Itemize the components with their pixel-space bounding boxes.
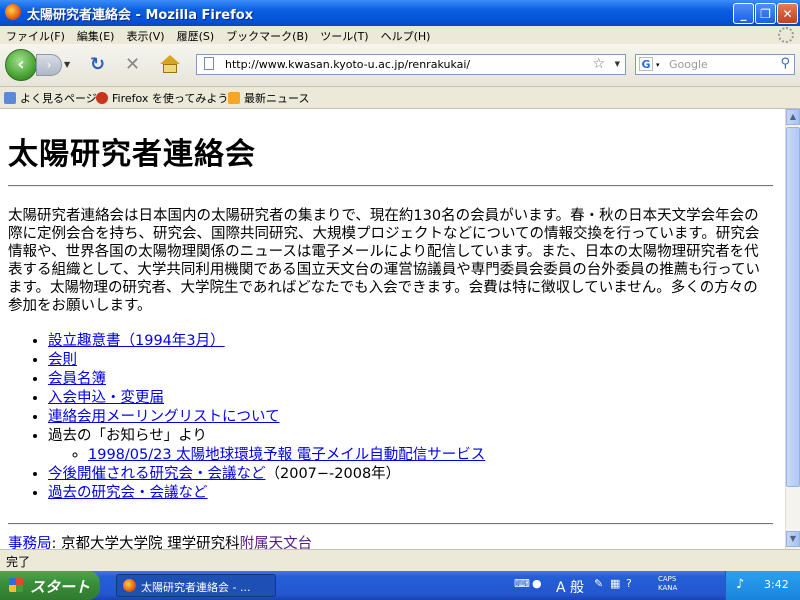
start-label: スタート (30, 578, 91, 596)
taskbar-window-button[interactable]: 太陽研究者連絡会 - ... (116, 574, 276, 597)
vertical-scrollbar[interactable]: ▲ ▼ (785, 109, 800, 549)
bylaws-link[interactable]: 会則 (48, 352, 77, 368)
forward-button[interactable]: › (36, 54, 62, 76)
observatory-link[interactable]: 附属天文台 (240, 536, 313, 549)
bookmark-label: よく見るページ (20, 92, 97, 105)
bookmark-label: Firefox を使ってみよう (112, 92, 229, 105)
maximize-button[interactable]: ❐ (755, 3, 776, 24)
bookmark-latest-news[interactable]: 最新ニュース (228, 90, 309, 106)
url-text[interactable]: http://www.kwasan.kyoto-u.ac.jp/renrakuk… (225, 58, 470, 71)
past-meetings-link[interactable]: 過去の研究会・会議など (48, 485, 208, 501)
search-engine-dropdown-icon[interactable]: ▾ (656, 61, 660, 69)
title-bar: 太陽研究者連絡会 - Mozilla Firefox _ ❐ ✕ (0, 0, 800, 26)
scroll-thumb[interactable] (786, 127, 800, 487)
ime-icon[interactable]: ● (532, 577, 542, 590)
firefox-icon (5, 4, 21, 20)
secretariat-text: 京都大学大学院 理学研究科 (56, 536, 240, 549)
list-item: 今後開催される研究会・会議など（2007−-2008年） (48, 465, 485, 484)
stop-icon[interactable]: ✕ (125, 55, 140, 75)
status-bar: 完了 (0, 549, 800, 571)
menu-history[interactable]: 履歴(S) (171, 26, 221, 44)
bookmark-folder-icon (4, 92, 16, 104)
roster-link[interactable]: 会員名簿 (48, 371, 106, 387)
throbber-icon (778, 27, 794, 43)
volume-icon[interactable]: ♪ (736, 577, 744, 592)
menu-bookmarks[interactable]: ブックマーク(B) (220, 26, 314, 44)
menu-help[interactable]: ヘルプ(H) (375, 26, 437, 44)
search-icon[interactable]: ⚲ (780, 56, 790, 71)
list-item: 会則 (48, 351, 485, 370)
rss-feed-icon (228, 92, 240, 104)
back-button[interactable]: ‹ (5, 49, 37, 81)
secretariat-link[interactable]: 事務局 (8, 536, 52, 549)
taskbar: スタート 太陽研究者連絡会 - ... ⌨ ● A 般 ✎ ▦ ? CAPS KA… (0, 571, 800, 600)
window-title: 太陽研究者連絡会 - Mozilla Firefox (27, 8, 254, 23)
url-bar[interactable]: http://www.kwasan.kyoto-u.ac.jp/renrakuk… (196, 54, 626, 75)
bookmark-label: 最新ニュース (244, 92, 310, 105)
kana-label: KANA (658, 584, 678, 592)
menu-edit[interactable]: 編集(E) (71, 26, 121, 44)
bookmarks-toolbar: よく見るページ Firefox を使ってみよう 最新ニュース (0, 87, 800, 109)
start-button[interactable]: スタート (0, 571, 100, 600)
page-heading: 太陽研究者連絡会 (8, 137, 256, 172)
page-content: 太陽研究者連絡会 太陽研究者連絡会は日本国内の太陽研究者の集まりで、現在約130… (0, 109, 785, 549)
firefox-bookmark-icon (96, 92, 108, 104)
mailing-list-link[interactable]: 連絡会用メーリングリストについて (48, 409, 280, 425)
history-dropdown-icon[interactable]: ▼ (64, 60, 70, 69)
ime-tools-icon[interactable]: ✎ (594, 577, 603, 590)
past-notices-label: 過去の「お知らせ」より (48, 428, 207, 444)
back-arrow-icon: ‹ (17, 54, 25, 75)
ime-pad-icon[interactable]: ▦ (610, 577, 620, 590)
notice-1998-link[interactable]: 1998/05/23 太陽地球環境予報 電子メイル自動配信サービス (88, 447, 485, 463)
list-item: 連絡会用メーリングリストについて (48, 408, 485, 427)
bookmark-most-visited[interactable]: よく見るページ (4, 90, 97, 106)
url-dropdown-icon[interactable]: ▼ (615, 60, 620, 68)
list-item: 設立趣意書（1994年3月） (48, 332, 485, 351)
clock: 3:42 (764, 578, 789, 591)
divider (8, 185, 773, 187)
upcoming-meetings-link[interactable]: 今後開催される研究会・会議など (48, 466, 266, 482)
search-input[interactable]: Google (669, 58, 708, 71)
scroll-down-button[interactable]: ▼ (786, 531, 800, 547)
ime-toolbar: ⌨ ● A 般 ✎ ▦ ? (510, 575, 710, 597)
ime-mode[interactable]: A 般 (556, 577, 584, 597)
status-text: 完了 (6, 555, 31, 569)
minimize-button[interactable]: _ (733, 3, 754, 24)
list-item: 過去の「お知らせ」より 1998/05/23 太陽地球環境予報 電子メイル自動配… (48, 427, 485, 465)
menu-view[interactable]: 表示(V) (120, 26, 170, 44)
list-item: 1998/05/23 太陽地球環境予報 電子メイル自動配信サービス (88, 446, 485, 465)
divider (8, 523, 773, 525)
firefox-task-icon (123, 579, 136, 592)
windows-flag-icon (9, 578, 23, 592)
google-icon[interactable]: G (639, 57, 653, 71)
notices-sublist: 1998/05/23 太陽地球環境予報 電子メイル自動配信サービス (48, 446, 485, 465)
reload-icon[interactable]: ↻ (90, 55, 105, 75)
secretariat-line: 事務局: 京都大学大学院 理学研究科附属天文台 (8, 532, 312, 549)
menu-file[interactable]: ファイル(F) (0, 26, 71, 44)
prospectus-link[interactable]: 設立趣意書（1994年3月） (48, 333, 225, 349)
scroll-up-button[interactable]: ▲ (786, 109, 800, 125)
list-item: 過去の研究会・会議など (48, 484, 485, 503)
menu-tools[interactable]: ツール(T) (314, 26, 374, 44)
menu-bar: ファイル(F) 編集(E) 表示(V) 履歴(S) ブックマーク(B) ツール(T) ヘルプ… (0, 26, 800, 44)
keyboard-icon[interactable]: ⌨ (514, 577, 530, 590)
ime-help-icon[interactable]: ? (626, 577, 632, 590)
close-button[interactable]: ✕ (777, 3, 798, 24)
list-item: 会員名簿 (48, 370, 485, 389)
bookmark-getting-started[interactable]: Firefox を使ってみよう (96, 90, 228, 106)
links-list: 設立趣意書（1994年3月） 会則 会員名簿 入会申込・変更届 連絡会用メーリン… (28, 332, 485, 503)
membership-link[interactable]: 入会申込・変更届 (48, 390, 164, 406)
list-item: 入会申込・変更届 (48, 389, 485, 408)
caps-label: CAPS (658, 575, 677, 583)
forward-arrow-icon: › (46, 58, 52, 72)
system-tray: ♪ 3:42 (725, 571, 800, 600)
upcoming-meetings-note: （2007−-2008年） (265, 466, 401, 482)
intro-paragraph: 太陽研究者連絡会は日本国内の太陽研究者の集まりで、現在約130名の会員がいます。… (8, 208, 760, 314)
task-label: 太陽研究者連絡会 - ... (141, 581, 251, 594)
page-icon (204, 57, 214, 70)
caps-kana-indicator: CAPS KANA (658, 575, 677, 593)
search-bar[interactable]: G ▾ Google ⚲ (635, 54, 795, 75)
bookmark-star-icon[interactable]: ☆ (592, 56, 605, 72)
